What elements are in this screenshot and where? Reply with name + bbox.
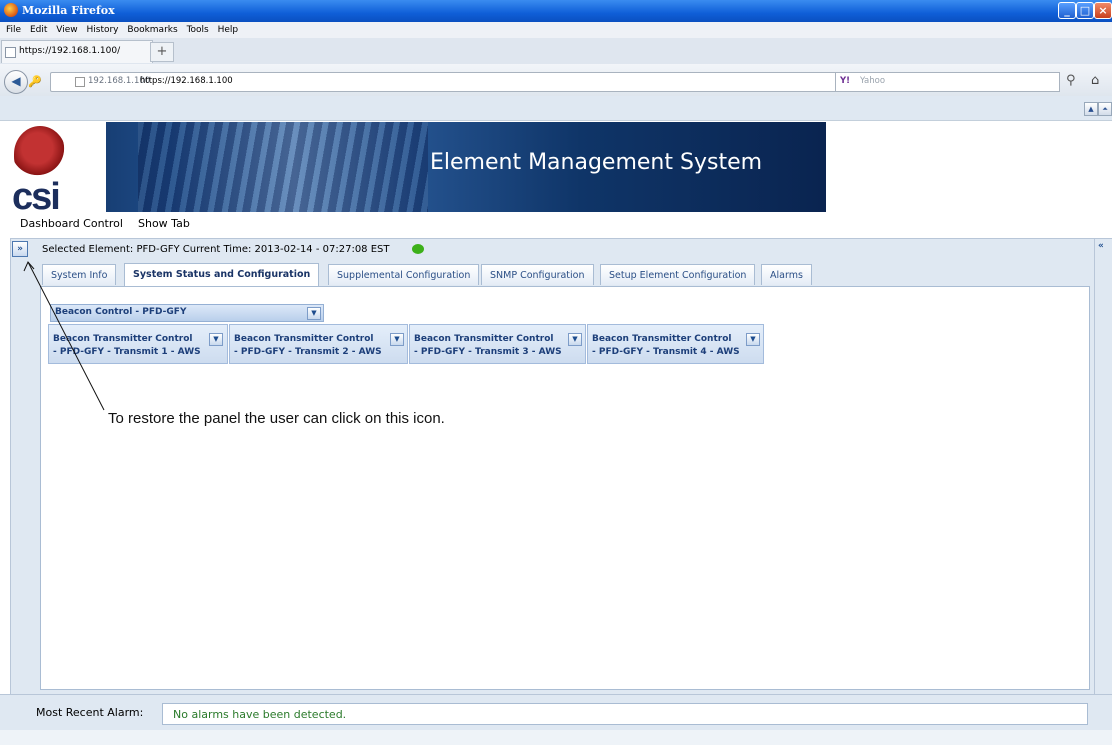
- page-bottom: [0, 730, 1112, 745]
- most-recent-alarm-value: No alarms have been detected.: [173, 708, 347, 721]
- annotation-arrow: [23, 261, 105, 411]
- annotation-text: To restore the panel the user can click …: [108, 410, 445, 427]
- most-recent-alarm-label: Most Recent Alarm:: [36, 706, 144, 719]
- most-recent-alarm-field: No alarms have been detected.: [162, 703, 1088, 725]
